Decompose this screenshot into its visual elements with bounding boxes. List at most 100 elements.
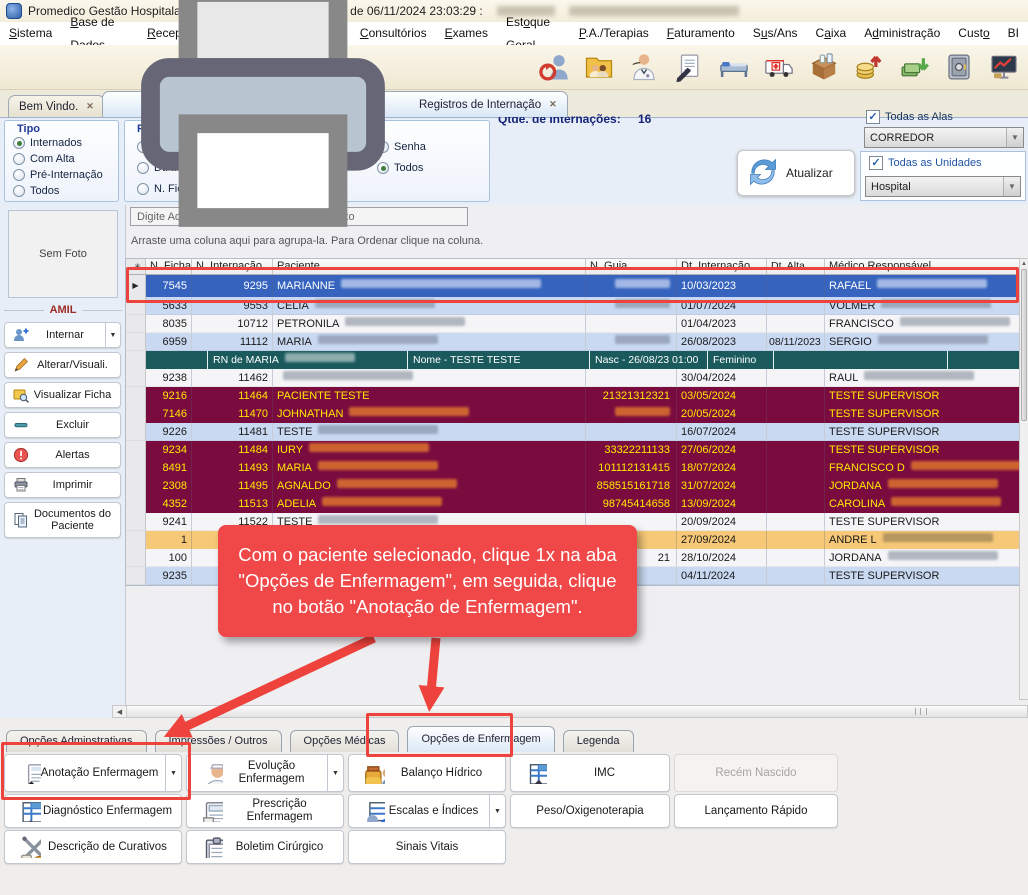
button-prescricao-enfermagem[interactable]: Prescrição Enfermagem xyxy=(186,794,344,828)
menu-item-sus-ans[interactable]: Sus/Ans xyxy=(744,22,807,45)
cell-n-ficha: 8035 xyxy=(146,315,192,333)
button-diagnostico-enfermagem[interactable]: Diagnóstico Enfermagem xyxy=(4,794,182,828)
button-lancamento-rapido[interactable]: Lançamento Rápido xyxy=(674,794,838,828)
chevron-down-icon[interactable]: ▼ xyxy=(165,755,181,791)
menu-item-sistema[interactable]: Sistema xyxy=(0,22,61,45)
button-evolucao-enfermagem[interactable]: Evolução Enfermagem▼ xyxy=(186,754,344,792)
menu-item-exames[interactable]: Exames xyxy=(436,22,497,45)
sidebar-button-imprimir[interactable]: Imprimir xyxy=(4,472,121,498)
tab-legenda[interactable]: Legenda xyxy=(563,730,634,752)
column-header-n-guia[interactable]: N. Guia xyxy=(586,259,677,274)
radio-todos[interactable]: Todos xyxy=(13,185,59,197)
contract-icon[interactable] xyxy=(673,51,705,83)
button-label: Anotação Enfermagem xyxy=(34,767,165,780)
redacted-text xyxy=(309,443,429,452)
redacted-text xyxy=(615,335,670,344)
chevron-down-icon[interactable]: ▼ xyxy=(105,323,120,347)
cell-dt-internacao: 26/08/2023 xyxy=(677,333,767,351)
sidebar-button-visualizar-ficha[interactable]: Visualizar Ficha xyxy=(4,382,121,408)
bi-monitor-icon[interactable] xyxy=(988,51,1020,83)
tab-opcoes-medicas[interactable]: Opções Médicas xyxy=(290,730,400,752)
table-row[interactable]: 695911112MARIA26/08/202308/11/2023SERGIO xyxy=(126,333,1020,351)
table-row-newborn[interactable]: RN de MARIANome - TESTE TESTENasc - 26/0… xyxy=(126,351,1020,369)
menu-item-p-a-terapias[interactable]: P.A./Terapias xyxy=(570,22,658,45)
chevron-down-icon[interactable]: ▼ xyxy=(327,755,343,791)
table-row[interactable]: 922611481TESTE16/07/2024TESTE SUPERVISOR xyxy=(126,423,1020,441)
atualizar-button[interactable]: Atualizar xyxy=(737,150,855,196)
table-row[interactable]: 921611464PACIENTE TESTE2132131232103/05/… xyxy=(126,387,1020,405)
tab-opcoes-de-enfermagem[interactable]: Opções de Enfermagem xyxy=(407,726,554,752)
revenue-up-icon[interactable] xyxy=(853,51,885,83)
column-header-n-internacao[interactable]: N. Internação xyxy=(192,259,273,274)
cell-n-internacao: 11513 xyxy=(192,495,273,513)
column-header-n-ficha[interactable]: N. Ficha xyxy=(146,259,192,274)
expense-down-icon[interactable] xyxy=(898,51,930,83)
button-boletim-cirurgico[interactable]: Boletim Cirúrgico xyxy=(186,830,344,864)
horizontal-scrollbar[interactable]: ◀ xyxy=(112,705,1028,718)
menu-item-caixa[interactable]: Caixa xyxy=(807,22,856,45)
chevron-down-icon[interactable]: ▼ xyxy=(489,795,505,827)
table-row[interactable]: 56339553CELIA01/07/2024VOLMER xyxy=(126,297,1020,315)
sidebar-button-alertas[interactable]: Alertas xyxy=(4,442,121,468)
table-row[interactable]: 923411484IURY3332221113327/06/2024TESTE … xyxy=(126,441,1020,459)
column-header-medico-responsavel[interactable]: Médico Responsável xyxy=(825,259,1020,274)
column-header-dt-internacao[interactable]: Dt. Internação xyxy=(677,259,767,274)
button-sinais-vitais[interactable]: Sinais Vitais xyxy=(348,830,506,864)
todas-as-unidades-checkbox[interactable]: ✓ Todas as Unidades xyxy=(869,156,982,170)
button-balanco-hidrico[interactable]: Balanço Hídrico xyxy=(348,754,506,792)
radio-dot-icon xyxy=(13,169,25,181)
tab-opcoes-adminstrativas[interactable]: Opções Adminstrativas xyxy=(6,730,147,752)
safe-icon[interactable] xyxy=(943,51,975,83)
table-row[interactable]: 92381146230/04/2024RAUL xyxy=(126,369,1020,387)
sidebar-button-alterar-visuali[interactable]: Alterar/Visuali. xyxy=(4,352,121,378)
button-descricao-de-curativos[interactable]: Descrição de Curativos xyxy=(4,830,182,864)
tab-bem-vindo[interactable]: Bem Vindo.✕ xyxy=(8,95,105,117)
close-icon[interactable]: ✕ xyxy=(549,99,557,110)
menu-item-administracao[interactable]: Administração xyxy=(855,22,949,45)
table-row[interactable]: 230811495AGNALDO85851516171831/07/2024JO… xyxy=(126,477,1020,495)
close-icon[interactable]: ✕ xyxy=(86,101,94,112)
patients-folder-icon[interactable] xyxy=(583,51,615,83)
cell-dt-alta xyxy=(767,477,825,495)
table-row[interactable]: 849111493MARIA10111213141518/07/2024FRAN… xyxy=(126,459,1020,477)
radio-pre-internacao[interactable]: Pré-Internação xyxy=(13,169,103,181)
print-icon xyxy=(9,477,25,493)
sidebar-button-excluir[interactable]: Excluir xyxy=(4,412,121,438)
radio-com-alta[interactable]: Com Alta xyxy=(13,153,75,165)
menu-item-custo[interactable]: Custo xyxy=(949,22,998,45)
ambulance-icon[interactable] xyxy=(763,51,795,83)
tab-impressoes-outros[interactable]: Impressões / Outros xyxy=(155,730,282,752)
column-header-paciente[interactable]: Paciente xyxy=(273,259,586,274)
menu-item-bi[interactable]: BI xyxy=(999,22,1028,45)
hospital-bed-icon[interactable] xyxy=(718,51,750,83)
cell-n-ficha: 9226 xyxy=(146,423,192,441)
horizontal-scroll-track[interactable] xyxy=(126,706,1027,717)
sidebar-button-internar[interactable]: Internar▼ xyxy=(4,322,121,348)
ala-select-value: CORREDOR xyxy=(865,132,1006,144)
scroll-grip[interactable] xyxy=(915,708,927,715)
unidade-select[interactable]: Hospital ▼ xyxy=(865,176,1021,197)
table-row[interactable]: ▶75459295MARIANNE10/03/2023RAFAEL xyxy=(126,275,1020,297)
cell-dt-internacao: 16/07/2024 xyxy=(677,423,767,441)
button-peso-oxigenoterapia[interactable]: Peso/Oxigenoterapia xyxy=(510,794,670,828)
scroll-up-icon[interactable]: ▲ xyxy=(1020,259,1028,269)
table-row[interactable]: 803510712PETRONILA01/04/2023FRANCISCO xyxy=(126,315,1020,333)
doctor-icon[interactable] xyxy=(628,51,660,83)
scroll-left-icon[interactable]: ◀ xyxy=(113,708,126,716)
button-anotacao-enfermagem[interactable]: Anotação Enfermagem▼ xyxy=(4,754,182,792)
vertical-scrollbar[interactable]: ▲ xyxy=(1019,258,1028,700)
ala-select[interactable]: CORREDOR ▼ xyxy=(864,127,1024,148)
sidebar-button-documentos-do-paciente[interactable]: Documentos do Paciente xyxy=(4,502,121,538)
button-imc[interactable]: IMC xyxy=(510,754,670,792)
table-row[interactable]: 435211513ADELIA9874541465813/09/2024CARO… xyxy=(126,495,1020,513)
todas-as-alas-checkbox[interactable]: ✓ Todas as Alas xyxy=(866,110,953,124)
button-escalas-e-indices[interactable]: ?Escalas e Índices▼ xyxy=(348,794,506,828)
sync-patient-icon[interactable] xyxy=(538,51,570,83)
vertical-scroll-thumb[interactable] xyxy=(1021,269,1027,421)
stock-box-icon[interactable] xyxy=(808,51,840,83)
column-header-dt-alta[interactable]: Dt. Alta xyxy=(767,259,825,274)
radio-internados[interactable]: Internados xyxy=(13,137,82,149)
menu-item-faturamento[interactable]: Faturamento xyxy=(658,22,744,45)
tab-registros-de-internacao[interactable]: Registros de Internação✕ xyxy=(102,91,568,117)
table-row[interactable]: 714611470JOHNATHAN20/05/2024TESTE SUPERV… xyxy=(126,405,1020,423)
